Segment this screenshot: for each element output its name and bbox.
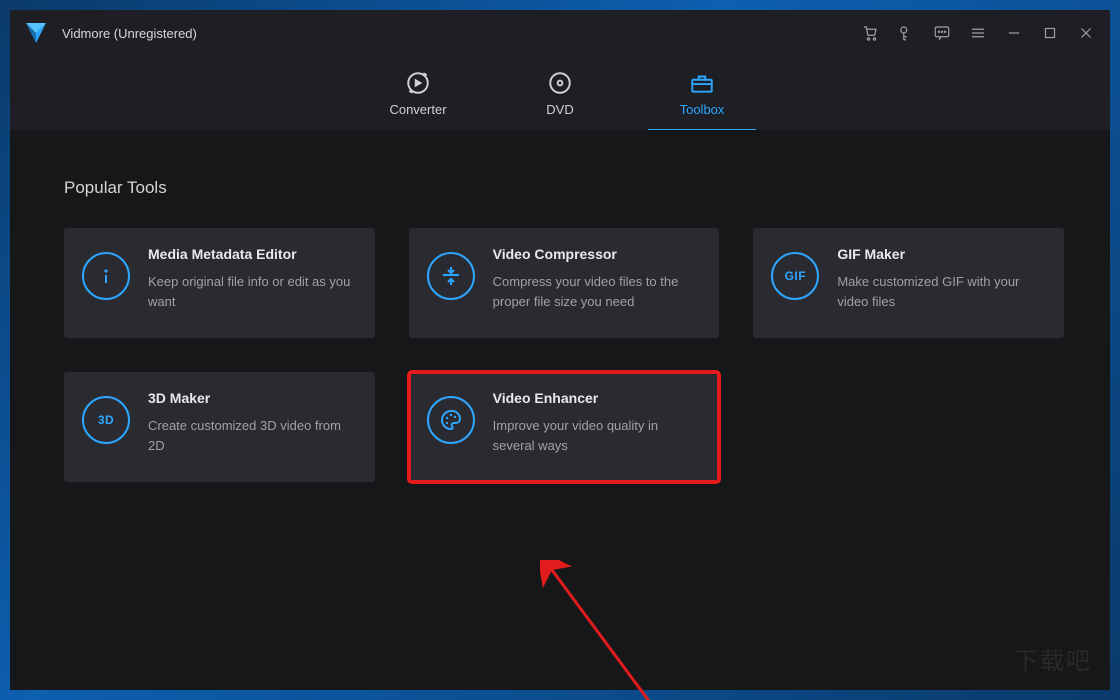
compress-icon	[427, 252, 475, 300]
tab-toolbox[interactable]: Toolbox	[648, 60, 756, 130]
tool-desc: Compress your video files to the proper …	[493, 272, 700, 312]
cart-icon[interactable]	[854, 17, 886, 49]
three-d-icon-text: 3D	[98, 413, 114, 427]
menu-icon[interactable]	[962, 17, 994, 49]
three-d-icon: 3D	[82, 396, 130, 444]
info-icon	[82, 252, 130, 300]
palette-icon	[427, 396, 475, 444]
dvd-icon	[547, 70, 573, 96]
tab-label: Toolbox	[680, 102, 725, 117]
tool-desc: Keep original file info or edit as you w…	[148, 272, 355, 312]
tool-video-compressor[interactable]: Video Compressor Compress your video fil…	[409, 228, 720, 338]
tool-title: 3D Maker	[148, 390, 355, 406]
tool-metadata-editor[interactable]: Media Metadata Editor Keep original file…	[64, 228, 375, 338]
tab-dvd[interactable]: DVD	[506, 60, 614, 130]
top-tabs: Converter DVD Toolbox	[10, 56, 1110, 130]
tab-label: Converter	[389, 102, 446, 117]
tool-gif-maker[interactable]: GIF GIF Maker Make customized GIF with y…	[753, 228, 1064, 338]
tool-desc: Make customized GIF with your video file…	[837, 272, 1044, 312]
app-window: Vidmore (Unregistered)	[10, 10, 1110, 690]
close-icon[interactable]	[1070, 17, 1102, 49]
tool-3d-maker[interactable]: 3D 3D Maker Create customized 3D video f…	[64, 372, 375, 482]
app-title: Vidmore (Unregistered)	[62, 26, 197, 41]
tool-title: Video Enhancer	[493, 390, 700, 406]
tool-title: Video Compressor	[493, 246, 700, 262]
maximize-icon[interactable]	[1034, 17, 1066, 49]
tool-title: GIF Maker	[837, 246, 1044, 262]
app-logo-icon	[24, 21, 48, 45]
tool-title: Media Metadata Editor	[148, 246, 355, 262]
tab-label: DVD	[546, 102, 573, 117]
content-area: Popular Tools Media Metadata Editor Keep…	[10, 130, 1110, 690]
watermark: 下载吧	[1014, 641, 1092, 676]
titlebar-actions	[854, 17, 1102, 49]
tool-desc: Create customized 3D video from 2D	[148, 416, 355, 456]
converter-icon	[405, 70, 431, 96]
toolbox-icon	[689, 70, 715, 96]
tool-video-enhancer[interactable]: Video Enhancer Improve your video qualit…	[409, 372, 720, 482]
titlebar: Vidmore (Unregistered)	[10, 10, 1110, 56]
gif-icon-text: GIF	[785, 269, 807, 283]
key-icon[interactable]	[890, 17, 922, 49]
section-title: Popular Tools	[64, 178, 1056, 198]
gif-icon: GIF	[771, 252, 819, 300]
tab-converter[interactable]: Converter	[364, 60, 472, 130]
tools-grid: Media Metadata Editor Keep original file…	[64, 228, 1064, 482]
minimize-icon[interactable]	[998, 17, 1030, 49]
tool-desc: Improve your video quality in several wa…	[493, 416, 700, 456]
feedback-icon[interactable]	[926, 17, 958, 49]
annotation-arrow-icon	[540, 560, 720, 700]
